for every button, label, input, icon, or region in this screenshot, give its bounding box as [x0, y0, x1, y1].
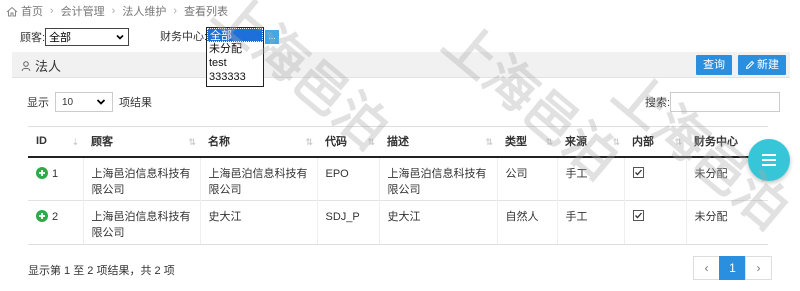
finance-center-listbox[interactable]: 全部 未分配 test 333333	[206, 27, 264, 87]
pagination: ‹ 1 ›	[693, 256, 772, 280]
cell-internal	[623, 156, 686, 201]
chevron-down-icon	[96, 99, 106, 105]
sort-icon: ⇅	[485, 137, 493, 147]
column-header-name[interactable]: 名称 ⇅	[200, 126, 317, 158]
breadcrumb-separator: ›	[50, 5, 54, 17]
floating-menu-button[interactable]	[748, 139, 790, 181]
breadcrumb-separator: ›	[173, 5, 178, 17]
cell-id: 1	[28, 156, 83, 201]
menu-icon	[762, 154, 776, 166]
new-button-label: 新建	[757, 59, 779, 71]
cell-description: 上海邑泊信息科技有限公司	[378, 156, 497, 201]
breadcrumb: 首页 › 会计管理 › 法人维护 › 查看列表	[6, 2, 228, 20]
cell-name: 史大江	[199, 200, 317, 245]
sort-icon: ⇅	[612, 137, 620, 147]
finance-option-test[interactable]: test	[207, 56, 263, 70]
cell-code: EPO	[316, 156, 379, 201]
sort-icon: ⇅	[674, 137, 682, 147]
column-header-customer[interactable]: 顾客 ⇅	[83, 126, 200, 158]
cell-internal	[623, 200, 686, 245]
sort-icon: ⇅	[367, 137, 375, 147]
breadcrumb-home[interactable]: 首页	[21, 3, 43, 19]
cell-source: 手工	[556, 156, 624, 201]
finance-option-all[interactable]: 全部	[207, 28, 263, 42]
customer-filter: 顾客: 全部	[20, 27, 130, 47]
legal-entity-table: ID ⇣ 顾客 ⇅ 名称 ⇅ 代码 ⇅ 描述 ⇅ 类型 ⇅ 来源 ⇅ 内部 ⇅ 财务中心 1 上…	[28, 126, 768, 245]
column-header-code[interactable]: 代码 ⇅	[317, 126, 379, 158]
page-length-suffix: 项结果	[119, 97, 152, 109]
breadcrumb-separator: ›	[111, 5, 116, 17]
cell-type: 公司	[496, 156, 557, 201]
cell-finance-center: 未分配	[685, 200, 768, 245]
page-length-control: 显示 10 项结果	[27, 92, 152, 112]
panel-title-text: 法人	[35, 59, 62, 74]
cell-customer: 上海邑泊信息科技有限公司	[82, 200, 200, 245]
table-search: 搜索:	[645, 92, 781, 112]
table-row: 1 上海邑泊信息科技有限公司 上海邑泊信息科技有限公司 EPO 上海邑泊信息科技…	[28, 156, 768, 201]
breadcrumb-current: 查看列表	[184, 6, 229, 18]
table-info: 显示第 1 至 2 项结果，共 2 项	[28, 265, 175, 277]
column-header-source[interactable]: 来源 ⇅	[557, 126, 624, 158]
finance-center-label: 财务中心:	[160, 31, 208, 43]
sort-asc-icon: ⇣	[71, 137, 79, 147]
page-length-select[interactable]: 10	[55, 92, 113, 112]
cell-type: 自然人	[496, 200, 557, 245]
query-button[interactable]: 查询	[696, 55, 732, 75]
finance-option-333333[interactable]: 333333	[207, 70, 263, 84]
cell-id: 2	[28, 200, 83, 245]
finance-option-unassigned[interactable]: 未分配	[207, 42, 263, 56]
column-header-description[interactable]: 描述 ⇅	[379, 126, 497, 158]
page-length-prefix: 显示	[27, 97, 49, 109]
cell-customer: 上海邑泊信息科技有限公司	[82, 156, 200, 201]
checkbox-checked-icon	[632, 210, 644, 221]
cell-source: 手工	[556, 200, 624, 245]
customer-select[interactable]: 全部	[45, 28, 130, 46]
sort-icon: ⇅	[188, 137, 196, 147]
pagination-next[interactable]: ›	[745, 256, 772, 280]
column-header-type[interactable]: 类型 ⇅	[497, 126, 557, 158]
checkbox-checked-icon	[632, 166, 644, 178]
user-icon	[21, 60, 31, 71]
table-row: 2 上海邑泊信息科技有限公司 史大江 SDJ_P 史大江 自然人 手工 未分配	[28, 200, 768, 245]
pagination-prev[interactable]: ‹	[693, 256, 720, 280]
customer-label: 顾客:	[20, 32, 46, 44]
column-header-id[interactable]: ID ⇣	[28, 126, 83, 158]
home-icon[interactable]	[6, 6, 18, 17]
breadcrumb-accounting[interactable]: 会计管理	[61, 3, 105, 19]
pagination-page[interactable]: 1	[719, 256, 746, 280]
search-input[interactable]	[670, 92, 781, 112]
finance-center-picker-button[interactable]: ...	[265, 30, 279, 44]
table-header-row: ID ⇣ 顾客 ⇅ 名称 ⇅ 代码 ⇅ 描述 ⇅ 类型 ⇅ 来源 ⇅ 内部 ⇅ 财务中心	[28, 126, 768, 158]
column-header-internal[interactable]: 内部 ⇅	[624, 126, 686, 158]
sort-icon: ⇅	[545, 137, 553, 147]
page-length-value: 10	[62, 96, 74, 108]
chevron-down-icon	[116, 34, 124, 40]
cell-code: SDJ_P	[316, 200, 379, 245]
plus-circle-icon[interactable]	[36, 166, 48, 179]
sort-icon: ⇅	[305, 137, 313, 147]
search-label: 搜索:	[645, 97, 671, 109]
panel-title: 法人	[20, 56, 61, 75]
cell-name: 上海邑泊信息科技有限公司	[199, 156, 317, 201]
plus-circle-icon[interactable]	[36, 210, 48, 222]
pencil-icon	[745, 60, 755, 70]
customer-select-value: 全部	[49, 32, 72, 44]
breadcrumb-legal-entity[interactable]: 法人维护	[122, 3, 166, 19]
panel-header: 法人 查询 新建	[12, 52, 790, 78]
new-button[interactable]: 新建	[738, 55, 786, 75]
cell-description: 史大江	[378, 200, 497, 245]
